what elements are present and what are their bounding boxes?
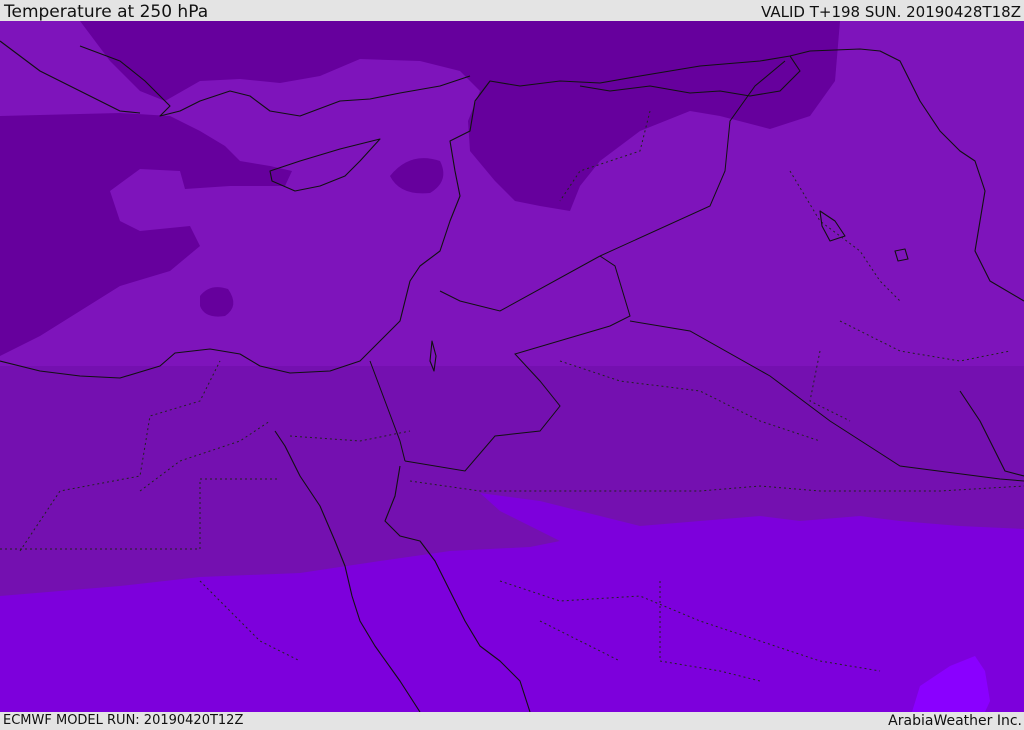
credit-label: ArabiaWeather Inc. (888, 713, 1022, 729)
map-footer: ECMWF MODEL RUN: 20190420T12Z ArabiaWeat… (0, 712, 1024, 729)
model-run-label: ECMWF MODEL RUN: 20190420T12Z (3, 713, 244, 728)
temperature-blob-cold-2 (200, 287, 234, 317)
map-title: Temperature at 250 hPa (4, 2, 209, 22)
map-header: Temperature at 250 hPa VALID T+198 SUN. … (0, 0, 1024, 22)
valid-time: VALID T+198 SUN. 20190428T18Z (761, 3, 1021, 21)
temperature-map (0, 21, 1024, 712)
